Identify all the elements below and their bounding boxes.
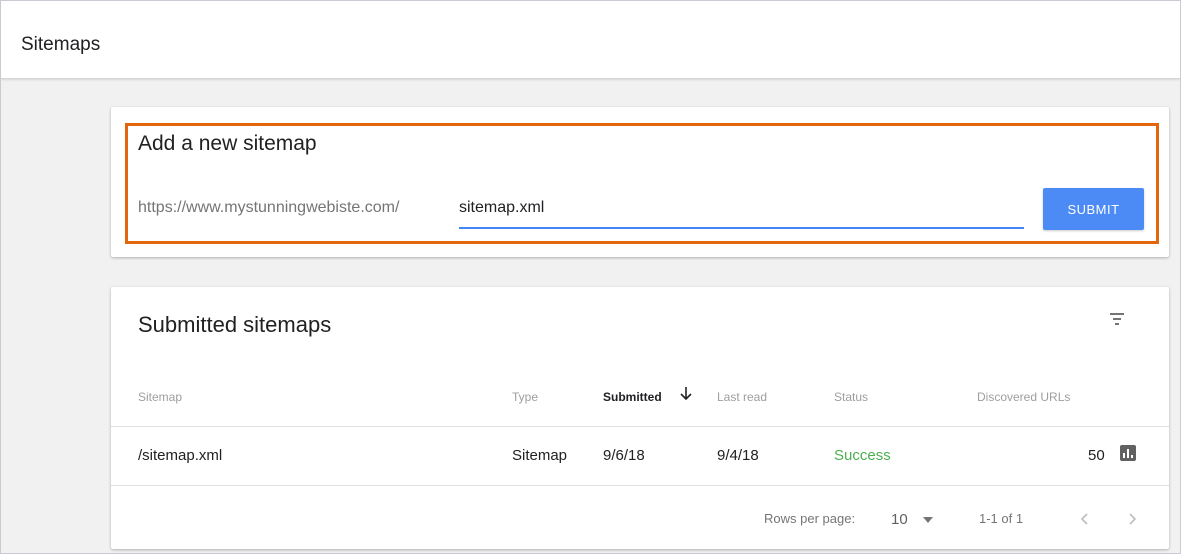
- discovered-urls-cell: 50: [1088, 447, 1105, 464]
- search-console-sitemaps-page: Sitemaps Add a new sitemap https://www.m…: [0, 0, 1181, 554]
- row-divider: [111, 485, 1169, 486]
- page-title: Sitemaps: [21, 34, 101, 55]
- submitted-date-cell: 9/6/18: [603, 447, 645, 464]
- column-header-discovered-urls[interactable]: Discovered URLs: [977, 390, 1070, 404]
- type-cell: Sitemap: [512, 447, 568, 464]
- page-header: Sitemaps: [1, 1, 1180, 79]
- add-sitemap-title: Add a new sitemap: [138, 132, 317, 155]
- status-cell: Success: [834, 447, 891, 464]
- sitemap-url-input[interactable]: [459, 193, 1024, 229]
- last-read-date-cell: 9/4/18: [717, 447, 759, 464]
- sitemap-path-cell[interactable]: /sitemap.xml: [138, 447, 222, 464]
- rows-per-page-label: Rows per page:: [764, 511, 856, 526]
- submit-sitemap-button[interactable]: SUBMIT: [1043, 188, 1144, 230]
- sitemap-url-prefix: https://www.mystunningwebiste.com/: [138, 199, 400, 216]
- next-page-icon[interactable]: [1125, 511, 1139, 527]
- filter-icon[interactable]: [1105, 307, 1129, 331]
- previous-page-icon[interactable]: [1078, 511, 1092, 527]
- bar-chart-icon[interactable]: [1119, 444, 1137, 462]
- column-header-status[interactable]: Status: [834, 390, 868, 404]
- column-header-last-read[interactable]: Last read: [717, 390, 767, 404]
- submitted-sitemaps-title: Submitted sitemaps: [138, 312, 332, 337]
- sort-down-arrow-icon[interactable]: [679, 385, 693, 401]
- column-header-sitemap[interactable]: Sitemap: [138, 390, 182, 404]
- pagination-range: 1-1 of 1: [979, 511, 1024, 526]
- rows-per-page-select[interactable]: 10: [891, 511, 908, 528]
- column-header-submitted[interactable]: Submitted: [603, 390, 662, 404]
- column-header-type[interactable]: Type: [512, 390, 538, 404]
- dropdown-arrow-icon[interactable]: [923, 517, 933, 523]
- table-header-divider: [111, 426, 1169, 427]
